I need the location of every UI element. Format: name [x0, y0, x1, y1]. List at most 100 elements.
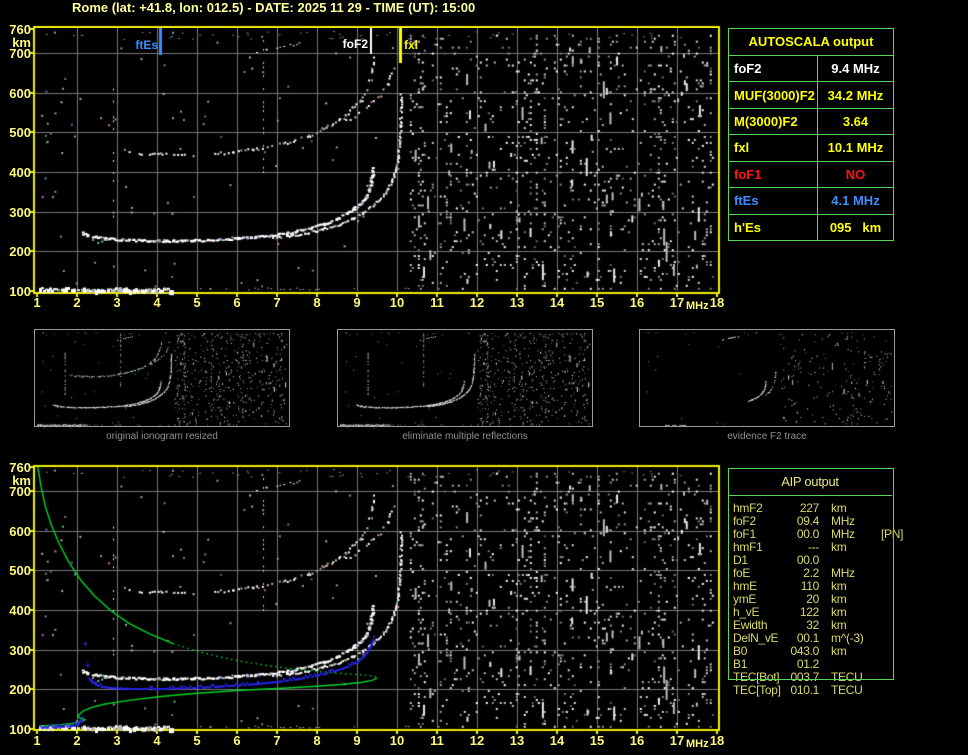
x-tick-label-bottom: 9	[353, 733, 361, 748]
y-tick-label-bottom: 500	[9, 563, 31, 578]
autoscala-row: M(3000)F2 3.64	[729, 108, 893, 136]
x-tick-label-top: 7	[273, 295, 281, 310]
x-axis-unit-top: MHz	[686, 300, 709, 312]
aip-rows: hmF2 227 km foF2 09.4 MHz foF1 00.0 MHz [PN] hmF1-…	[728, 496, 903, 697]
aip-extra	[881, 632, 892, 645]
y-tick-label-top: 100	[9, 284, 31, 299]
aip-value: 010.1	[790, 683, 819, 697]
aip-extra	[881, 502, 892, 515]
aip-gap	[819, 528, 831, 541]
aip-title: AIP output	[728, 468, 892, 496]
autoscala-param: MUF(3000)F2	[729, 82, 818, 108]
aip-table: AIP output hmF2 227 km foF2 09.4 MHz foF1 00.0 M…	[728, 468, 903, 697]
x-tick-label-top: 12	[469, 295, 485, 310]
autoscala-value: 34.2 MHz	[827, 87, 884, 103]
aip-gap	[819, 684, 831, 697]
autoscala-value: NO	[845, 166, 866, 182]
page-title: Rome (lat: +41.8, lon: 012.5) - DATE: 20…	[72, 0, 476, 15]
x-tick-label-bottom: 13	[509, 733, 525, 748]
autoscala-value: 4.1 MHz	[831, 193, 880, 209]
x-tick-label-top: 15	[589, 295, 605, 310]
autoscala-title: AUTOSCALA output	[729, 29, 893, 56]
autoscala-row: foF1 NO	[729, 161, 893, 189]
aip-gap	[819, 606, 831, 619]
autoscala-row: fxl 10.1 MHz	[729, 135, 893, 162]
x-tick-label-top: 14	[549, 295, 565, 310]
y-axis-unit-bottom: km	[12, 473, 31, 488]
x-tick-label-bottom: 11	[430, 733, 444, 748]
y-tick-label-top: 500	[9, 125, 31, 140]
aip-extra	[881, 658, 892, 671]
y-axis-unit-top: km	[12, 35, 31, 50]
aip-gap	[819, 567, 831, 580]
x-axis-unit-bottom: MHz	[686, 738, 709, 750]
y-tick-label-top: 400	[9, 165, 31, 180]
aip-unit: km	[831, 644, 847, 658]
panel-caption-evidence: evidence F2 trace	[727, 431, 807, 442]
fxl-marker-label: fxl	[404, 38, 419, 52]
x-tick-label-top: 6	[233, 295, 241, 310]
panel-caption-original: original ionogram resized	[106, 431, 218, 442]
aip-extra	[881, 619, 892, 632]
y-tick-label-bottom: 100	[9, 722, 31, 737]
aip-gap	[819, 593, 831, 606]
x-tick-label-bottom: 16	[629, 733, 645, 748]
y-tick-label-top: 300	[9, 205, 31, 220]
autoscala-row: foF2 9.4 MHz	[729, 56, 893, 83]
autoscala-value: 3.64	[842, 114, 869, 130]
y-tick-label-bottom: 300	[9, 643, 31, 658]
aip-gap	[819, 515, 831, 528]
aip-gap	[819, 619, 831, 632]
aip-extra	[881, 567, 892, 580]
x-tick-label-top: 8	[313, 295, 321, 310]
aip-gap	[819, 580, 831, 593]
x-tick-label-bottom: 4	[153, 733, 161, 748]
aip-extra	[881, 606, 892, 619]
y-tick-label-top: 600	[9, 86, 31, 101]
ftes-marker-label: ftEs	[135, 38, 158, 52]
autoscala-param: foF2	[729, 56, 818, 82]
aip-gap	[819, 502, 831, 515]
autoscala-rows: foF2 9.4 MHz MUF(3000)F2 34.2 MHz M(3000)F2 3…	[729, 56, 893, 240]
fof2-marker-label: foF2	[342, 37, 368, 51]
autoscala-row: MUF(3000)F2 34.2 MHz	[729, 82, 893, 109]
y-tick-label-bottom: 600	[9, 524, 31, 539]
aip-row: TEC[Top] 010.1 TECU	[733, 684, 892, 697]
x-tick-label-top: 16	[629, 295, 645, 310]
autoscala-value: 095 km	[829, 219, 882, 235]
x-tick-label-top: 2	[73, 295, 81, 310]
autoscala-param: ftEs	[729, 188, 818, 214]
x-tick-label-top: 3	[113, 295, 121, 310]
ionogram-app: { "header": { "title": "Rome (lat: +41.8…	[0, 0, 968, 755]
autoscala-param: foF1	[729, 161, 818, 188]
aip-gap	[819, 645, 831, 658]
aip-unit: TECU	[831, 683, 863, 697]
aip-extra	[881, 541, 892, 554]
x-tick-label-bottom: 12	[469, 733, 485, 748]
autoscala-row: ftEs 4.1 MHz	[729, 188, 893, 215]
x-tick-label-top: 5	[193, 295, 201, 310]
x-tick-label-bottom: 10	[389, 733, 405, 748]
aip-extra	[881, 645, 892, 658]
y-tick-label-top: 200	[9, 244, 31, 259]
x-tick-label-top: 9	[353, 295, 361, 310]
aip-extra	[881, 580, 892, 593]
x-tick-label-bottom: 5	[193, 733, 201, 748]
x-tick-label-bottom: 14	[549, 733, 565, 748]
autoscala-value: 10.1 MHz	[827, 140, 884, 156]
aip-extra	[881, 593, 892, 606]
x-tick-label-bottom: 2	[73, 733, 81, 748]
autoscala-value: 9.4 MHz	[831, 61, 880, 77]
x-tick-label-bottom: 7	[273, 733, 281, 748]
autoscala-table: AUTOSCALA output foF2 9.4 MHz MUF(3000)F2 3…	[728, 28, 894, 241]
aip-unit: km	[831, 540, 847, 554]
autoscala-param: fxl	[729, 135, 818, 161]
aip-gap	[819, 658, 831, 671]
aip-extra	[881, 554, 892, 567]
x-tick-label-bottom: 8	[313, 733, 321, 748]
panel-eliminate-reflections	[337, 329, 593, 427]
x-tick-label-top: 13	[509, 295, 525, 310]
panel-evidence-f2-trace	[639, 329, 895, 427]
x-tick-label-top: 10	[389, 295, 405, 310]
y-tick-label-bottom: 400	[9, 603, 31, 618]
